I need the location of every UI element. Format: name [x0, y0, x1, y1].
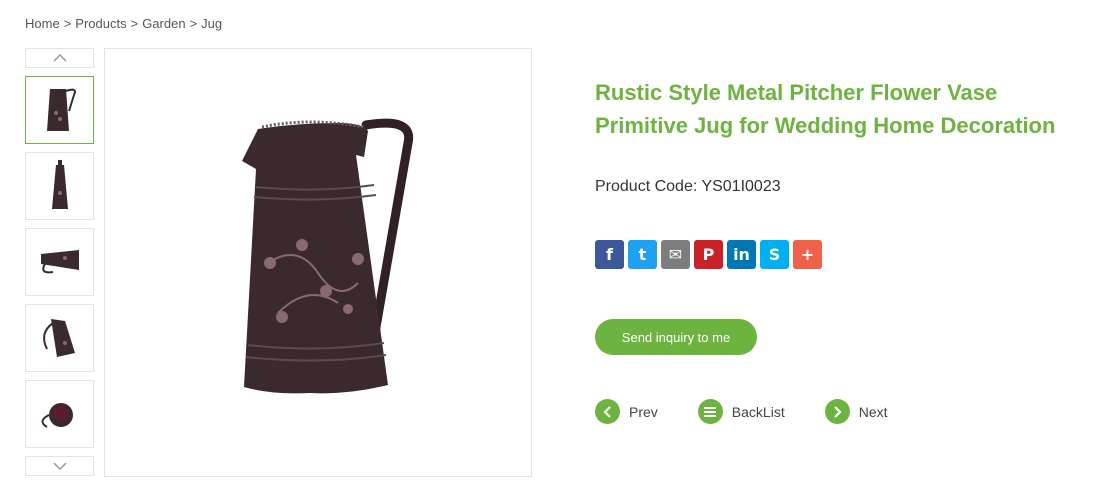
- next-link[interactable]: Next: [824, 399, 888, 424]
- email-icon[interactable]: ✉: [661, 240, 690, 269]
- thumbnail-jug-lying[interactable]: [25, 228, 94, 296]
- chevron-down-icon: [52, 462, 67, 470]
- product-title: Rustic Style Metal Pitcher Flower Vase P…: [595, 80, 1056, 138]
- jug-front-image: [51, 160, 68, 209]
- jug-side-image: [46, 88, 76, 131]
- facebook-glyph: f: [606, 245, 613, 264]
- thumbnail-jug-tilted[interactable]: [25, 304, 94, 372]
- prev-link[interactable]: Prev: [595, 399, 658, 424]
- thumbnail-jug-side[interactable]: [25, 76, 94, 144]
- breadcrumb-separator: >: [130, 16, 139, 31]
- chevron-up-icon: [52, 54, 67, 62]
- breadcrumb-separator: >: [63, 16, 72, 31]
- thumbnail-strip: [25, 48, 94, 476]
- linkedin-glyph: in: [733, 245, 750, 264]
- more-share-icon[interactable]: +: [793, 240, 822, 269]
- pinterest-glyph: P: [702, 245, 715, 264]
- backlist-label: BackList: [731, 403, 785, 420]
- skype-icon[interactable]: S: [760, 240, 789, 269]
- backlist-link[interactable]: BackList: [697, 399, 785, 424]
- breadcrumb-products-link[interactable]: Products: [75, 16, 126, 31]
- pinterest-icon[interactable]: P: [694, 240, 723, 269]
- linkedin-icon[interactable]: in: [727, 240, 756, 269]
- list-icon: [697, 399, 723, 424]
- facebook-icon[interactable]: f: [595, 240, 624, 269]
- product-info: Rustic Style Metal Pitcher Flower Vase P…: [595, 76, 1095, 424]
- breadcrumb-current: Jug: [201, 16, 223, 31]
- more-share-glyph: +: [800, 245, 815, 264]
- product-navigation: Prev BackList Next: [595, 399, 1095, 424]
- jug-lying-image: [40, 250, 79, 274]
- breadcrumb: Home > Products > Garden > Jug: [25, 16, 222, 31]
- breadcrumb-separator: >: [189, 16, 198, 31]
- chevron-left-icon: [595, 399, 620, 424]
- email-glyph: ✉: [668, 245, 683, 264]
- prev-label: Prev: [629, 403, 658, 420]
- share-bar: f t ✉ Pin S +: [595, 240, 1095, 269]
- jug-tilted-image: [42, 319, 75, 357]
- thumbnail-scroll-down-button[interactable]: [25, 456, 94, 476]
- chevron-right-icon: [824, 399, 850, 424]
- main-product-image[interactable]: [104, 48, 532, 477]
- metal-jug-image: [242, 118, 414, 393]
- twitter-icon[interactable]: t: [628, 240, 657, 269]
- next-label: Next: [858, 403, 888, 420]
- send-inquiry-button[interactable]: Send inquiry to me: [595, 319, 757, 355]
- thumbnail-jug-top[interactable]: [25, 380, 94, 448]
- jug-top-image: [41, 403, 73, 428]
- breadcrumb-garden-link[interactable]: Garden: [142, 16, 185, 31]
- product-code: Product Code: YS01I0023: [595, 178, 781, 195]
- breadcrumb-home-link[interactable]: Home: [25, 16, 60, 31]
- thumbnail-scroll-up-button[interactable]: [25, 48, 94, 68]
- twitter-glyph: t: [638, 245, 647, 264]
- skype-glyph: S: [768, 245, 781, 264]
- thumbnail-jug-front[interactable]: [25, 152, 94, 220]
